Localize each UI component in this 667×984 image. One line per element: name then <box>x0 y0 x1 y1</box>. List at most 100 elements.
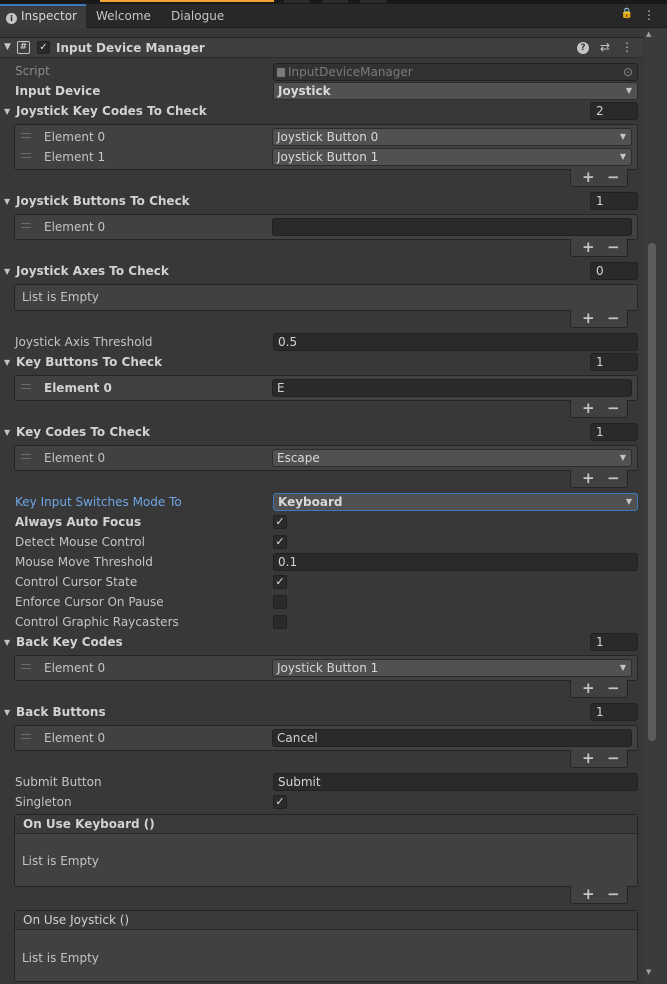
drag-handle-icon[interactable] <box>21 454 31 459</box>
submit-button-input[interactable]: Submit <box>273 773 638 791</box>
key-buttons-header[interactable]: Key Buttons To Check <box>16 355 162 369</box>
target-icon[interactable]: ⊙ <box>623 64 633 80</box>
remove-element-button[interactable]: − <box>607 399 620 417</box>
joystick-axis-threshold-input[interactable]: 0.5 <box>273 333 638 351</box>
back-buttons-header[interactable]: Back Buttons <box>16 705 106 719</box>
drag-handle-icon[interactable] <box>21 153 31 158</box>
element-value: Joystick Button 1 <box>277 150 379 164</box>
element-dropdown[interactable]: Joystick Button 1 ▼ <box>272 148 632 166</box>
remove-element-button[interactable]: − <box>607 168 620 186</box>
remove-element-button[interactable]: − <box>607 469 620 487</box>
key-codes-count[interactable]: 1 <box>590 423 638 441</box>
script-file-icon <box>277 68 285 77</box>
remove-listener-button[interactable]: − <box>607 885 620 903</box>
element-dropdown[interactable]: Joystick Button 0 ▼ <box>272 128 632 146</box>
key-buttons-count[interactable]: 1 <box>590 353 638 371</box>
key-input-switches-label: Key Input Switches Mode To <box>15 495 182 509</box>
chevron-down-icon: ▼ <box>619 663 626 672</box>
element-input[interactable]: Cancel <box>272 729 632 747</box>
joystick-axes-header[interactable]: Joystick Axes To Check <box>16 264 169 278</box>
fold-icon[interactable]: ▼ <box>4 358 10 367</box>
element-dropdown[interactable]: Escape ▼ <box>272 449 632 467</box>
more-icon[interactable]: ⋮ <box>621 40 633 54</box>
list-item: Element 0 Escape ▼ <box>15 448 637 468</box>
remove-element-button[interactable]: − <box>607 309 620 327</box>
input-device-value: Joystick <box>278 84 331 98</box>
joystick-buttons-header[interactable]: Joystick Buttons To Check <box>16 194 190 208</box>
add-element-button[interactable]: + <box>582 168 595 186</box>
joystick-key-codes-list: Element 0 Joystick Button 0 ▼ Element 1 … <box>14 124 638 170</box>
list-empty-label: List is Empty <box>22 951 99 965</box>
singleton-checkbox[interactable]: ✓ <box>273 795 287 809</box>
component-enabled-checkbox[interactable]: ✓ <box>37 41 50 54</box>
add-listener-button[interactable]: + <box>582 885 595 903</box>
remove-element-button[interactable]: − <box>607 749 620 767</box>
mouse-move-threshold-label: Mouse Move Threshold <box>15 555 153 569</box>
lock-icon[interactable]: 🔒 <box>621 8 633 24</box>
fold-icon[interactable]: ▼ <box>4 107 10 116</box>
toolbar-chip <box>322 0 348 3</box>
remove-element-button[interactable]: − <box>607 238 620 256</box>
fold-icon[interactable]: ▼ <box>4 197 10 206</box>
element-input[interactable]: E <box>272 379 632 397</box>
drag-handle-icon[interactable] <box>21 664 31 669</box>
drag-handle-icon[interactable] <box>21 133 31 138</box>
detect-mouse-control-checkbox[interactable]: ✓ <box>273 535 287 549</box>
component-header[interactable]: ▼ # ✓ Input Device Manager ? ⇄ ⋮ <box>0 37 643 58</box>
back-key-codes-count[interactable]: 1 <box>590 633 638 651</box>
scrollbar-thumb[interactable] <box>648 243 656 741</box>
enforce-cursor-on-pause-checkbox[interactable] <box>273 595 287 609</box>
fold-icon[interactable]: ▼ <box>4 267 10 276</box>
script-field: InputDeviceManager ⊙ <box>273 63 638 81</box>
list-empty-label: List is Empty <box>22 290 99 304</box>
drag-handle-icon[interactable] <box>21 384 31 389</box>
list-add-remove: + − <box>570 679 628 698</box>
add-element-button[interactable]: + <box>582 238 595 256</box>
tab-inspector[interactable]: i Inspector <box>0 4 86 28</box>
back-buttons-count[interactable]: 1 <box>590 703 638 721</box>
more-icon[interactable]: ⋮ <box>643 8 655 24</box>
fold-icon[interactable]: ▼ <box>4 428 10 437</box>
remove-element-button[interactable]: − <box>607 679 620 697</box>
joystick-buttons-count[interactable]: 1 <box>590 192 638 210</box>
joystick-axes-list: List is Empty <box>14 284 638 311</box>
always-auto-focus-checkbox[interactable]: ✓ <box>273 515 287 529</box>
fold-icon[interactable]: ▼ <box>4 638 10 647</box>
key-input-switches-dropdown[interactable]: Keyboard ▼ <box>273 493 638 511</box>
tab-label: Inspector <box>21 9 77 23</box>
add-element-button[interactable]: + <box>582 309 595 327</box>
element-label: Element 0 <box>44 661 106 675</box>
add-element-button[interactable]: + <box>582 749 595 767</box>
mouse-move-threshold-input[interactable]: 0.1 <box>273 553 638 571</box>
scroll-up-icon[interactable]: ▲ <box>646 30 651 38</box>
fold-icon[interactable]: ▼ <box>4 708 10 717</box>
joystick-key-codes-header[interactable]: Joystick Key Codes To Check <box>16 104 207 118</box>
element-input[interactable] <box>272 218 632 236</box>
element-label: Element 0 <box>44 130 106 144</box>
control-cursor-state-checkbox[interactable]: ✓ <box>273 575 287 589</box>
preset-icon[interactable]: ⇄ <box>600 40 610 54</box>
add-element-button[interactable]: + <box>582 399 595 417</box>
chevron-down-icon: ▼ <box>625 86 632 95</box>
add-element-button[interactable]: + <box>582 469 595 487</box>
help-icon[interactable]: ? <box>576 42 589 54</box>
key-codes-header[interactable]: Key Codes To Check <box>16 425 150 439</box>
control-graphic-raycasters-checkbox[interactable] <box>273 615 287 629</box>
drag-handle-icon[interactable] <box>21 734 31 739</box>
drag-handle-icon[interactable] <box>21 223 31 228</box>
toolbar-chip <box>360 0 386 3</box>
tab-welcome[interactable]: Welcome <box>96 4 151 28</box>
scroll-down-icon[interactable]: ▼ <box>646 968 651 976</box>
joystick-axes-count[interactable]: 0 <box>590 262 638 280</box>
back-key-codes-header[interactable]: Back Key Codes <box>16 635 123 649</box>
event-header: On Use Keyboard () <box>15 815 637 834</box>
on-use-joystick-title: On Use Joystick () <box>23 913 130 927</box>
joystick-key-codes-count[interactable]: 2 <box>590 102 638 120</box>
tab-dialogue[interactable]: Dialogue <box>171 4 224 28</box>
always-auto-focus-label: Always Auto Focus <box>15 515 142 529</box>
fold-icon[interactable]: ▼ <box>4 42 11 52</box>
add-element-button[interactable]: + <box>582 679 595 697</box>
element-dropdown[interactable]: Joystick Button 1 ▼ <box>272 659 632 677</box>
control-graphic-raycasters-label: Control Graphic Raycasters <box>15 615 179 629</box>
input-device-dropdown[interactable]: Joystick ▼ <box>273 82 638 100</box>
